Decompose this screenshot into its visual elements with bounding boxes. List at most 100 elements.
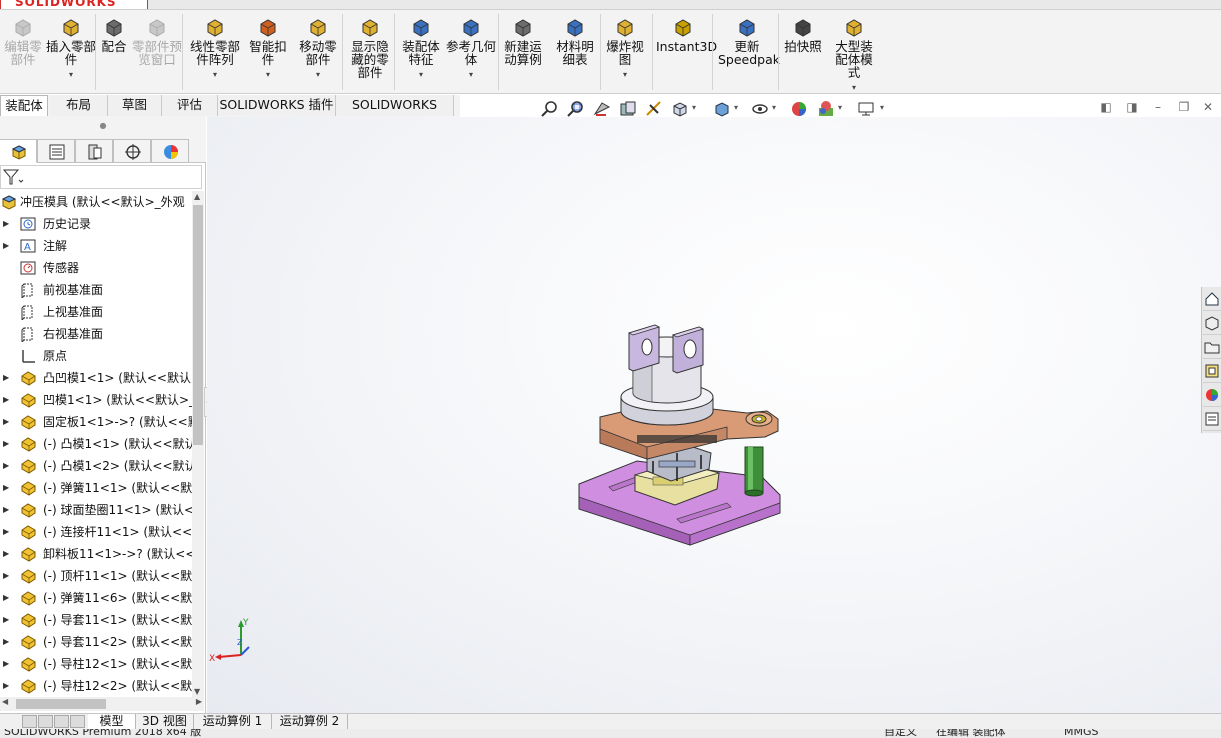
close-icon[interactable]: ✕ bbox=[1200, 100, 1216, 116]
tree-hscroll-thumb[interactable] bbox=[16, 699, 106, 709]
expand-arrow-icon[interactable]: ▶ bbox=[3, 675, 13, 697]
expand-arrow-icon[interactable]: ▶ bbox=[3, 609, 13, 631]
ribbon-button-show-hidden[interactable]: 显示隐藏的零部件 bbox=[346, 14, 394, 92]
restore-right-icon[interactable]: ◨ bbox=[1124, 100, 1140, 116]
file-explorer-icon[interactable] bbox=[1203, 337, 1221, 359]
view-orientation-icon[interactable] bbox=[670, 99, 690, 119]
dynamic-annotation-icon[interactable] bbox=[644, 99, 664, 119]
status-custom[interactable]: 自定义 bbox=[884, 729, 917, 738]
hide-show-caret-icon[interactable]: ▾ bbox=[772, 103, 776, 112]
tree-horizontal-scrollbar[interactable]: ◀ ▶ bbox=[0, 697, 204, 711]
tree-component-item[interactable]: ▶ 卸料板11<1>->? (默认<<默 bbox=[0, 543, 192, 565]
display-style-caret-icon[interactable]: ▾ bbox=[734, 103, 738, 112]
ribbon-button-motion-study[interactable]: 新建运动算例 bbox=[500, 14, 546, 92]
apply-scene-icon[interactable] bbox=[816, 99, 836, 119]
last-tab-icon[interactable] bbox=[70, 715, 85, 728]
expand-arrow-icon[interactable]: ▶ bbox=[3, 433, 13, 455]
expand-arrow-icon[interactable]: ▶ bbox=[3, 235, 13, 257]
tree-component-item[interactable]: ▶ (-) 导套11<1> (默认<<默认 bbox=[0, 609, 192, 631]
feature-manager-tab[interactable] bbox=[0, 139, 37, 163]
tree-item-plane[interactable]: 右视基准面 bbox=[0, 323, 192, 345]
home-icon[interactable] bbox=[1203, 289, 1221, 311]
expand-arrow-icon[interactable]: ▶ bbox=[3, 543, 13, 565]
tree-component-item[interactable]: ▶ (-) 弹簧11<1> (默认<<默认 bbox=[0, 477, 192, 499]
zoom-to-fit-icon[interactable] bbox=[540, 99, 560, 119]
expand-arrow-icon[interactable]: ▶ bbox=[3, 565, 13, 587]
tab-0[interactable]: 装配体 bbox=[0, 95, 48, 116]
design-library-icon[interactable] bbox=[1203, 313, 1221, 335]
bottom-tab-1[interactable]: 3D 视图 bbox=[136, 714, 194, 729]
ribbon-button-reference-geometry[interactable]: 参考几何体 ▾ bbox=[446, 14, 496, 92]
tree-scroll-thumb[interactable] bbox=[193, 205, 203, 445]
dropdown-caret-icon[interactable]: ▾ bbox=[602, 68, 648, 81]
tab-1[interactable]: 布局 bbox=[50, 95, 108, 116]
bottom-tab-3[interactable]: 运动算例 2 bbox=[272, 714, 348, 729]
expand-arrow-icon[interactable]: ▶ bbox=[3, 367, 13, 389]
previous-view-icon[interactable] bbox=[592, 99, 612, 119]
tree-component-item[interactable]: ▶ (-) 导柱12<2> (默认<<默认 bbox=[0, 675, 192, 697]
ribbon-button-speedpak[interactable]: 更新Speedpak bbox=[718, 14, 780, 92]
ribbon-button-assembly-features[interactable]: 装配体特征 ▾ bbox=[398, 14, 444, 92]
edit-appearance-icon[interactable] bbox=[790, 99, 810, 119]
tree-component-item[interactable]: ▶ (-) 导套11<2> (默认<<默认 bbox=[0, 631, 192, 653]
expand-arrow-icon[interactable]: ▶ bbox=[3, 587, 13, 609]
view-orientation-caret-icon[interactable]: ▾ bbox=[692, 103, 696, 112]
ribbon-button-move-component[interactable]: 移动零部件 ▾ bbox=[294, 14, 342, 92]
ribbon-button-exploded-view[interactable]: 爆炸视图 ▾ bbox=[602, 14, 648, 92]
tree-component-item[interactable]: ▶ 凸凹模1<1> (默认<<默认> bbox=[0, 367, 192, 389]
zoom-to-area-icon[interactable] bbox=[566, 99, 586, 119]
tab-5[interactable]: SOLIDWORKS MBD bbox=[336, 95, 454, 132]
tree-vertical-scrollbar[interactable]: ▲ ▼ bbox=[192, 191, 204, 697]
tree-item-sensor[interactable]: 传感器 bbox=[0, 257, 192, 279]
ribbon-button-smart-fasteners[interactable]: 智能扣件 ▾ bbox=[246, 14, 290, 92]
display-style-icon[interactable] bbox=[712, 99, 732, 119]
next-tab-icon[interactable] bbox=[54, 715, 69, 728]
tree-item-plane[interactable]: 上视基准面 bbox=[0, 301, 192, 323]
scroll-right-icon[interactable]: ▶ bbox=[196, 697, 202, 706]
property-manager-tab[interactable] bbox=[37, 139, 75, 163]
tree-component-item[interactable]: ▶ (-) 导柱12<1> (默认<<默认 bbox=[0, 653, 192, 675]
display-manager-tab[interactable] bbox=[151, 139, 189, 163]
section-view-icon[interactable] bbox=[618, 99, 638, 119]
dimxpert-manager-tab[interactable] bbox=[113, 139, 151, 163]
filter-icon[interactable] bbox=[2, 167, 24, 187]
status-units[interactable]: MMGS bbox=[1064, 729, 1099, 738]
dropdown-caret-icon[interactable]: ▾ bbox=[246, 68, 290, 81]
tree-item-origin[interactable]: 原点 bbox=[0, 345, 192, 367]
appearances-icon[interactable] bbox=[1203, 385, 1221, 407]
scroll-down-icon[interactable]: ▼ bbox=[194, 687, 200, 696]
scroll-up-icon[interactable]: ▲ bbox=[194, 192, 200, 201]
expand-arrow-icon[interactable]: ▶ bbox=[3, 653, 13, 675]
guide-post[interactable] bbox=[744, 446, 764, 497]
assembly-model[interactable]: Y X Z bbox=[207, 117, 1221, 713]
view-settings-caret-icon[interactable]: ▾ bbox=[880, 103, 884, 112]
tree-item-plane[interactable]: 前视基准面 bbox=[0, 279, 192, 301]
tree-item-history[interactable]: ▶ 历史记录 bbox=[0, 213, 192, 235]
tree-component-item[interactable]: ▶ (-) 连接杆11<1> (默认<<默 bbox=[0, 521, 192, 543]
expand-arrow-icon[interactable]: ▶ bbox=[3, 521, 13, 543]
dropdown-caret-icon[interactable]: ▾ bbox=[186, 68, 244, 81]
ribbon-button-snapshot[interactable]: 拍快照 bbox=[782, 14, 824, 92]
tree-component-item[interactable]: ▶ (-) 凸模1<2> (默认<<默认 bbox=[0, 455, 192, 477]
tree-component-item[interactable]: ▶ 凹模1<1> (默认<<默认>_显 bbox=[0, 389, 192, 411]
dropdown-caret-icon[interactable]: ▾ bbox=[446, 68, 496, 81]
panel-grip-handle[interactable]: ● bbox=[0, 117, 206, 137]
expand-arrow-icon[interactable]: ▶ bbox=[3, 499, 13, 521]
tree-component-item[interactable]: ▶ (-) 球面垫圈11<1> (默认<< bbox=[0, 499, 192, 521]
view-settings-icon[interactable] bbox=[856, 99, 876, 119]
custom-properties-icon[interactable] bbox=[1203, 409, 1221, 431]
ribbon-button-large-assembly[interactable]: 大型装配体模式 ▾ bbox=[830, 14, 878, 92]
expand-arrow-icon[interactable]: ▶ bbox=[3, 213, 13, 235]
tree-component-item[interactable]: ▶ (-) 顶杆11<1> (默认<<默认 bbox=[0, 565, 192, 587]
dropdown-caret-icon[interactable]: ▾ bbox=[830, 81, 878, 94]
expand-arrow-icon[interactable]: ▶ bbox=[3, 631, 13, 653]
tree-filter-field[interactable] bbox=[0, 165, 202, 189]
tree-root-assembly[interactable]: 冲压模具 (默认<<默认>_外观 bbox=[0, 191, 192, 213]
ribbon-button-bom[interactable]: 材料明细表 bbox=[552, 14, 598, 92]
solidworks-logo[interactable]: SOLIDWORKS bbox=[0, 0, 148, 9]
tab-2[interactable]: 草图 bbox=[108, 95, 162, 116]
expand-arrow-icon[interactable]: ▶ bbox=[3, 477, 13, 499]
tab-3[interactable]: 评估 bbox=[162, 95, 218, 116]
scroll-left-icon[interactable]: ◀ bbox=[2, 697, 8, 706]
ribbon-button-mate[interactable]: 配合 bbox=[98, 14, 130, 92]
